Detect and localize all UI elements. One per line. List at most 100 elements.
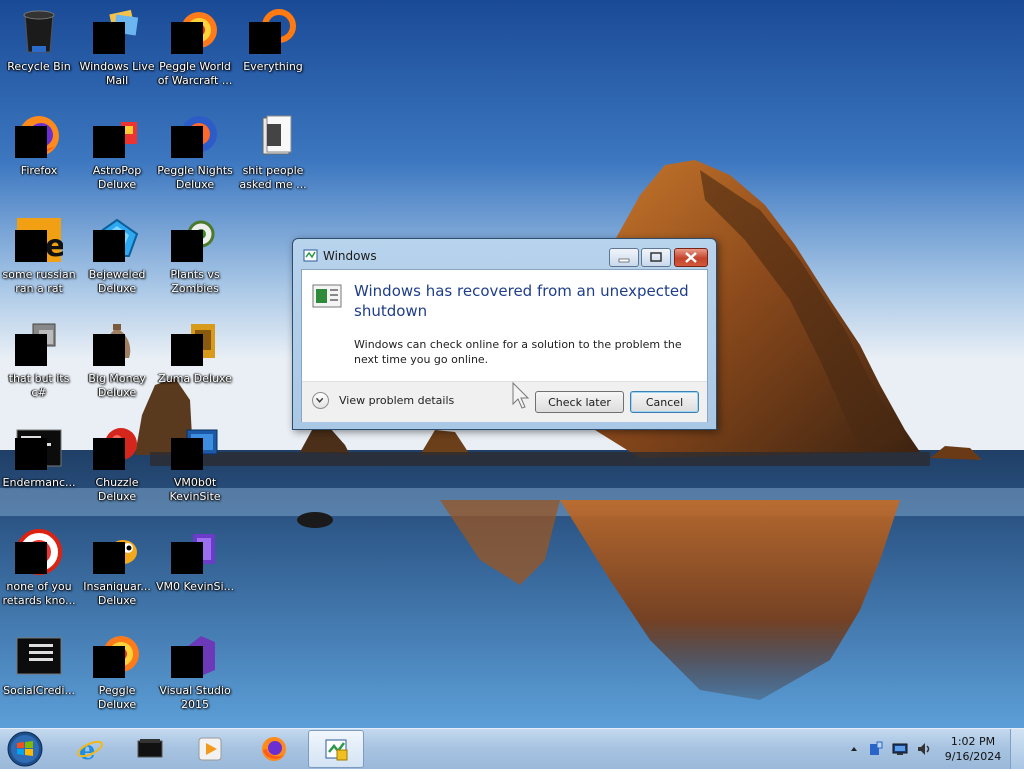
desktop-icon-label: shit people asked me ... bbox=[239, 164, 307, 191]
check-later-button[interactable]: Check later bbox=[535, 391, 624, 413]
mouse-cursor-icon bbox=[512, 381, 534, 412]
desktop-icon-that-but-its-csharp[interactable]: that but its c# bbox=[0, 314, 78, 412]
redaction-block bbox=[93, 646, 125, 678]
desktop-icon-bejeweled[interactable]: Bejeweled Deluxe bbox=[78, 210, 156, 308]
desktop-icon-label: Windows Live Mail bbox=[79, 60, 155, 87]
desktop-icon-peggle-wow[interactable]: Peggle World of Warcraft ... bbox=[156, 2, 234, 100]
svg-text:e: e bbox=[45, 229, 63, 264]
dialog-content: Windows has recovered from an unexpected… bbox=[301, 269, 708, 422]
desktop-icon-visual-studio[interactable]: Visual Studio 2015 bbox=[156, 626, 234, 724]
desktop-icon-label: some russian ran a rat bbox=[2, 268, 76, 295]
desktop-icon-plants-vs-zombies[interactable]: Plants vs Zombies bbox=[156, 210, 234, 308]
redaction-block bbox=[93, 438, 125, 470]
problem-reports-icon bbox=[312, 284, 342, 308]
desktop-icon-recycle-bin[interactable]: Recycle Bin bbox=[0, 2, 78, 100]
desktop-icon-label: SocialCredi... bbox=[3, 684, 75, 697]
desktop-icon-shit-people-asked[interactable]: shit people asked me ... bbox=[234, 106, 312, 204]
desktop-icon-chuzzle[interactable]: Chuzzle Deluxe bbox=[78, 418, 156, 516]
desktop-icon-insaniquarium[interactable]: Insaniquar... Deluxe bbox=[78, 522, 156, 620]
tray-network[interactable] bbox=[892, 741, 908, 757]
desktop-icon-everything[interactable]: Everything bbox=[234, 2, 312, 100]
taskbar-media-player[interactable] bbox=[182, 730, 238, 768]
taskbar-terminal[interactable] bbox=[122, 730, 178, 768]
redaction-block bbox=[171, 334, 203, 366]
desktop-icon-zuma[interactable]: Zuma Deluxe bbox=[156, 314, 234, 412]
desktop-icon-label: Everything bbox=[243, 60, 303, 73]
console-icon bbox=[15, 632, 63, 680]
volume-icon bbox=[918, 743, 930, 755]
dialog-titlebar[interactable]: Windows bbox=[293, 239, 716, 269]
desktop-icon-label: none of you retards kno... bbox=[2, 580, 76, 607]
desktop-icon-firefox[interactable]: Firefox bbox=[0, 106, 78, 204]
close-button[interactable] bbox=[674, 248, 708, 267]
taskbar-clock[interactable]: 1:02 PM 9/16/2024 bbox=[938, 734, 1008, 764]
start-button[interactable] bbox=[5, 730, 45, 768]
desktop-icon-astropop[interactable]: AstroPop Deluxe bbox=[78, 106, 156, 204]
desktop-icon-peggle-deluxe[interactable]: Peggle Deluxe bbox=[78, 626, 156, 724]
desktop-icon-label: Zuma Deluxe bbox=[158, 372, 232, 385]
redaction-block bbox=[249, 22, 281, 54]
problem-reports-icon bbox=[303, 248, 319, 264]
redaction-block bbox=[93, 22, 125, 54]
desktop-icon-label: VM0b0t KevinSite bbox=[169, 476, 221, 503]
desktop-icon-socialcredi[interactable]: SocialCredi... bbox=[0, 626, 78, 724]
redaction-block bbox=[171, 22, 203, 54]
dialog-footer: View problem details Check later Cancel bbox=[302, 381, 707, 422]
dialog-title: Windows bbox=[323, 249, 377, 263]
taskbar-firefox[interactable] bbox=[246, 730, 302, 768]
desktop-icon-endermanc[interactable]: Endermanc... bbox=[0, 418, 78, 516]
windows-recovered-dialog: Windows Windows has recovered from an un… bbox=[292, 238, 717, 430]
redaction-block bbox=[15, 542, 47, 574]
desktop-icon-label: Chuzzle Deluxe bbox=[95, 476, 139, 503]
redaction-block bbox=[15, 334, 47, 366]
desktop-icon-peggle-nights[interactable]: Peggle Nights Deluxe bbox=[156, 106, 234, 204]
maximize-button[interactable] bbox=[641, 248, 671, 267]
desktop-icon-label: that but its c# bbox=[8, 372, 70, 399]
firefox-icon bbox=[262, 737, 286, 761]
desktop-icon-windows-live-mail[interactable]: Windows Live Mail bbox=[78, 2, 156, 100]
redaction-block bbox=[171, 542, 203, 574]
desktop-icon-label: Peggle Deluxe bbox=[97, 684, 137, 711]
desktop-icon-label: Peggle World of Warcraft ... bbox=[157, 60, 233, 87]
desktop-icon-vm0-kevinsi[interactable]: VM0 KevinSi... bbox=[156, 522, 234, 620]
taskbar-problem-reports[interactable] bbox=[308, 730, 364, 768]
redaction-block bbox=[93, 230, 125, 262]
cancel-button[interactable]: Cancel bbox=[630, 391, 699, 413]
redaction-block bbox=[15, 438, 47, 470]
windows-logo-icon bbox=[7, 731, 43, 767]
minimize-icon bbox=[618, 258, 630, 263]
folder-icon bbox=[249, 112, 297, 160]
show-desktop-button[interactable] bbox=[1010, 729, 1024, 769]
redaction-block bbox=[93, 126, 125, 158]
redaction-block bbox=[171, 230, 203, 262]
dialog-body-text: Windows can check online for a solution … bbox=[354, 338, 682, 366]
maximize-icon bbox=[650, 252, 662, 262]
desktop-icon-label: VM0 KevinSi... bbox=[156, 580, 235, 593]
desktop-icon-label: Big Money Deluxe bbox=[88, 372, 146, 399]
close-icon bbox=[685, 252, 697, 263]
redaction-block bbox=[15, 230, 47, 262]
recycle-bin-icon bbox=[15, 8, 63, 56]
minimize-button[interactable] bbox=[609, 248, 639, 267]
desktop-icon-big-money[interactable]: Big Money Deluxe bbox=[78, 314, 156, 412]
desktop-icon-vm0b0t-kevinsite[interactable]: VM0b0t KevinSite bbox=[156, 418, 234, 516]
taskbar-internet-explorer[interactable]: e bbox=[62, 730, 118, 768]
desktop-icon-some-russian[interactable]: e some russian ran a rat bbox=[0, 210, 78, 308]
show-hidden-icons-button[interactable] bbox=[846, 741, 862, 757]
desktop-icon-label: Plants vs Zombies bbox=[170, 268, 220, 295]
redaction-block bbox=[171, 438, 203, 470]
problem-reports-icon bbox=[325, 739, 348, 761]
desktop-icon-label: Recycle Bin bbox=[7, 60, 71, 73]
redaction-block bbox=[93, 334, 125, 366]
clock-date: 9/16/2024 bbox=[944, 750, 1002, 763]
redaction-block bbox=[171, 126, 203, 158]
tray-volume[interactable] bbox=[916, 741, 932, 757]
media-player-icon bbox=[198, 737, 222, 761]
desktop-icon-none-of-you[interactable]: none of you retards kno... bbox=[0, 522, 78, 620]
desktop-icon-label: Firefox bbox=[20, 164, 58, 177]
tray-action-center[interactable] bbox=[868, 741, 884, 757]
internet-explorer-icon: e bbox=[77, 736, 103, 763]
network-icon bbox=[892, 743, 908, 755]
redaction-block bbox=[171, 646, 203, 678]
desktop-icon-label: Endermanc... bbox=[2, 476, 76, 489]
